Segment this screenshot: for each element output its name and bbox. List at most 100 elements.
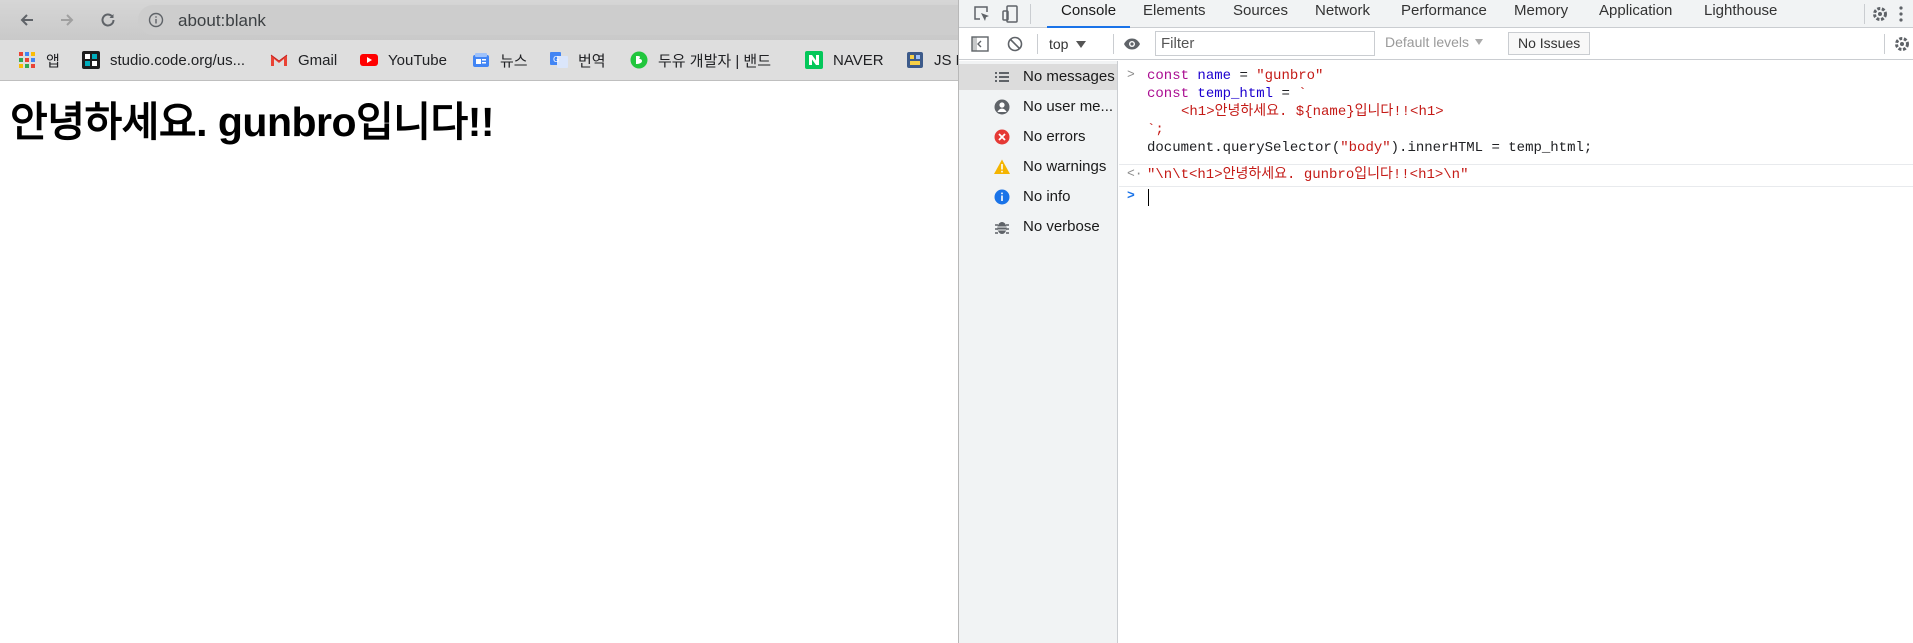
bookmark-band[interactable]: 두유 개발자 | 밴드 bbox=[630, 49, 771, 71]
arrow-right-icon bbox=[61, 14, 74, 26]
naver-icon bbox=[805, 51, 823, 69]
more-options-button[interactable] bbox=[1894, 3, 1908, 25]
toolbar-separator bbox=[1884, 34, 1885, 54]
prompt-chevron-icon: > bbox=[1127, 188, 1135, 203]
live-expression-button[interactable] bbox=[1121, 33, 1143, 55]
forward-button[interactable] bbox=[53, 6, 81, 34]
youtube-icon bbox=[360, 51, 378, 69]
log-levels-dropdown[interactable]: Default levels bbox=[1385, 34, 1484, 50]
bookmark-label: 번역 bbox=[578, 52, 606, 70]
bookmark-label: studio.code.org/us... bbox=[110, 51, 246, 69]
code-line: const name = "gunbro" bbox=[1147, 68, 1324, 84]
console-result-message: <· "\n\t<h1>안녕하세요. gunbro입니다!!<h1>\n" bbox=[1119, 166, 1913, 186]
page-content: 안녕하세요. gunbro입니다!! bbox=[0, 82, 958, 643]
bookmark-youtube[interactable]: YouTube bbox=[360, 49, 447, 71]
address-bar[interactable]: about:blank bbox=[138, 5, 958, 35]
tab-application[interactable]: Application bbox=[1599, 0, 1672, 28]
input-prompt-icon: > bbox=[1127, 67, 1135, 82]
browser-toolbar: about:blank bbox=[0, 0, 958, 40]
toolbar-separator bbox=[1113, 34, 1114, 54]
bookmark-translate[interactable]: G 번역 bbox=[550, 49, 606, 71]
settings-button[interactable] bbox=[1869, 3, 1891, 25]
device-icon bbox=[1002, 5, 1018, 23]
bookmark-gmail[interactable]: Gmail bbox=[270, 49, 337, 71]
console-output: > const name = "gunbro" const temp_html … bbox=[1119, 61, 1913, 643]
toggle-sidebar-button[interactable] bbox=[969, 33, 991, 55]
bookmark-label: YouTube bbox=[388, 51, 447, 69]
tab-separator bbox=[1030, 4, 1031, 24]
dropdown-arrow-icon bbox=[1076, 40, 1087, 48]
url-text: about:blank bbox=[178, 11, 266, 30]
arrow-left-icon bbox=[20, 14, 33, 26]
sidebar-item-messages[interactable]: No messages bbox=[959, 64, 1117, 90]
context-selector[interactable]: top bbox=[1049, 34, 1087, 54]
sidebar-item-warnings[interactable]: No warnings bbox=[959, 154, 1117, 180]
tab-network[interactable]: Network bbox=[1315, 0, 1370, 28]
reload-button[interactable] bbox=[94, 6, 122, 34]
log-levels-label: Default levels bbox=[1385, 34, 1470, 50]
sidebar-item-label: No warnings bbox=[1023, 158, 1107, 175]
band-icon bbox=[630, 51, 648, 69]
filter-input[interactable] bbox=[1155, 31, 1375, 56]
console-prompt[interactable]: > bbox=[1119, 188, 1913, 210]
tab-console[interactable]: Console bbox=[1046, 0, 1131, 28]
sidebar-item-label: No info bbox=[1023, 188, 1071, 205]
news-icon bbox=[472, 51, 490, 69]
bug-icon bbox=[993, 218, 1011, 236]
bookmark-label: NAVER bbox=[833, 51, 884, 69]
inspect-element-button[interactable] bbox=[971, 3, 993, 25]
gear-icon bbox=[1873, 7, 1887, 21]
reload-icon bbox=[101, 13, 115, 27]
message-separator bbox=[1119, 186, 1913, 187]
console-input-message: > const name = "gunbro" const temp_html … bbox=[1119, 67, 1913, 156]
console-sidebar: No messages No user me... No errors No w… bbox=[959, 61, 1118, 643]
gear-icon bbox=[1895, 37, 1909, 51]
sidebar-item-errors[interactable]: No errors bbox=[959, 124, 1117, 150]
eye-icon bbox=[1124, 38, 1140, 50]
tab-lighthouse[interactable]: Lighthouse bbox=[1704, 0, 1777, 28]
svg-text:G: G bbox=[553, 55, 559, 64]
clear-console-button[interactable] bbox=[1004, 33, 1026, 55]
user-icon bbox=[993, 98, 1011, 116]
bookmark-news[interactable]: 뉴스 bbox=[472, 49, 528, 71]
bookmark-label: 앱 bbox=[46, 52, 60, 70]
bookmark-site-icon bbox=[906, 51, 924, 69]
browser-window: about:blank 앱 studio.code.org/us... Gmai… bbox=[0, 0, 958, 643]
devtools-tab-bar: Console Elements Sources Network Perform… bbox=[959, 0, 1913, 28]
message-separator bbox=[1119, 164, 1913, 165]
back-button[interactable] bbox=[13, 6, 41, 34]
bookmark-naver[interactable]: NAVER bbox=[805, 49, 884, 71]
sidebar-item-label: No messages bbox=[1023, 68, 1115, 85]
bookmark-js[interactable]: JS E bbox=[906, 49, 958, 71]
sidebar-item-label: No verbose bbox=[1023, 218, 1100, 235]
bookmarks-bar: 앱 studio.code.org/us... Gmail YouTube 뉴스 bbox=[0, 40, 958, 81]
bookmark-label: 뉴스 bbox=[500, 52, 528, 70]
dropdown-arrow-icon bbox=[1475, 39, 1484, 45]
console-settings-button[interactable] bbox=[1891, 33, 1913, 55]
bookmark-code-org[interactable]: studio.code.org/us... bbox=[82, 49, 245, 71]
device-toolbar-button[interactable] bbox=[999, 3, 1021, 25]
code-line: <h1>안녕하세요. ${name}입니다!!<h1> bbox=[1181, 104, 1444, 120]
error-icon bbox=[993, 128, 1011, 146]
sidebar-item-verbose[interactable]: No verbose bbox=[959, 214, 1117, 240]
code-line: `; bbox=[1147, 122, 1164, 138]
tab-memory[interactable]: Memory bbox=[1514, 0, 1568, 28]
tab-performance[interactable]: Performance bbox=[1401, 0, 1487, 28]
sidebar-item-user-messages[interactable]: No user me... bbox=[959, 94, 1117, 120]
info-icon bbox=[148, 12, 164, 28]
warning-icon bbox=[993, 158, 1011, 176]
toolbar-separator bbox=[1037, 34, 1038, 54]
bookmark-label: JS E bbox=[934, 51, 958, 69]
tab-sources[interactable]: Sources bbox=[1233, 0, 1288, 28]
console-toolbar: top Default levels No Issues bbox=[959, 28, 1913, 60]
clear-icon bbox=[1007, 36, 1023, 52]
bookmark-apps[interactable]: 앱 bbox=[18, 49, 60, 71]
devtools-panel: Console Elements Sources Network Perform… bbox=[958, 0, 1913, 643]
code-line: const temp_html = ` bbox=[1147, 86, 1307, 102]
sidebar-item-info[interactable]: No info bbox=[959, 184, 1117, 210]
text-caret bbox=[1148, 189, 1149, 206]
translate-icon: G bbox=[550, 51, 568, 69]
issues-button[interactable]: No Issues bbox=[1508, 32, 1591, 55]
tab-elements[interactable]: Elements bbox=[1143, 0, 1206, 28]
sidebar-item-label: No user me... bbox=[1023, 98, 1114, 115]
